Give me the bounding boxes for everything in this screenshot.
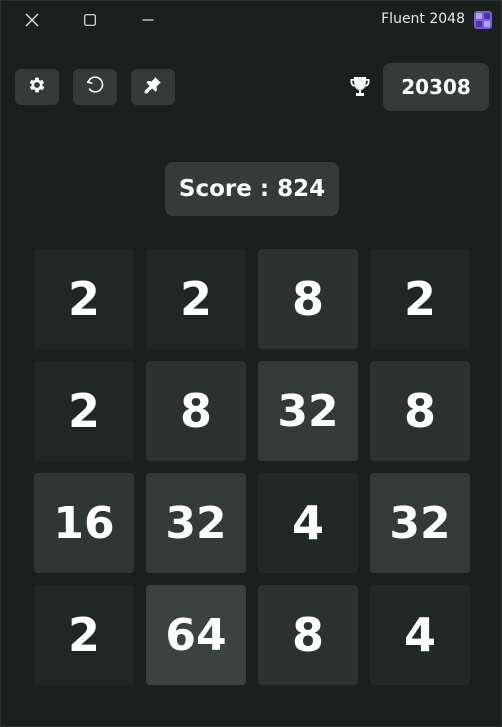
maximize-icon [84,14,96,26]
tile: 2 [34,249,134,349]
pin-icon [143,75,163,99]
tile: 2 [370,249,470,349]
pin-button[interactable] [131,69,175,105]
title-bar: Fluent 2048 [1,1,501,39]
tile: 32 [370,473,470,573]
trophy-icon [349,75,371,99]
window-title: Fluent 2048 [381,11,465,27]
tile: 64 [146,585,246,685]
best-score: 20308 [383,63,489,111]
close-button[interactable] [16,5,48,35]
tile: 2 [146,249,246,349]
tile: 2 [34,585,134,685]
tile: 2 [34,361,134,461]
tile: 4 [370,585,470,685]
score-label: Score [178,176,252,202]
score-separator: : [251,176,278,202]
app-logo-icon [474,11,492,29]
undo-button[interactable] [73,69,117,105]
tile: 4 [258,473,358,573]
minimize-icon [142,14,154,26]
maximize-button[interactable] [74,5,106,35]
close-icon [25,13,39,27]
tile: 8 [146,361,246,461]
undo-icon [84,74,106,100]
tile: 32 [146,473,246,573]
score-display: Score : 824 [165,162,339,216]
tile: 16 [34,473,134,573]
tile: 8 [370,361,470,461]
gear-icon [27,75,47,99]
tile: 8 [258,249,358,349]
minimize-button[interactable] [132,5,164,35]
app-window: Fluent 2048 20308 Score: 824 2 2 8 2 2 … [0,0,502,727]
settings-button[interactable] [15,69,59,105]
tile: 32 [258,361,358,461]
score-value: 824 [277,176,326,202]
tile: 8 [258,585,358,685]
game-board[interactable]: 2 2 8 2 2 8 32 8 16 32 4 32 2 64 8 4 [34,249,470,685]
